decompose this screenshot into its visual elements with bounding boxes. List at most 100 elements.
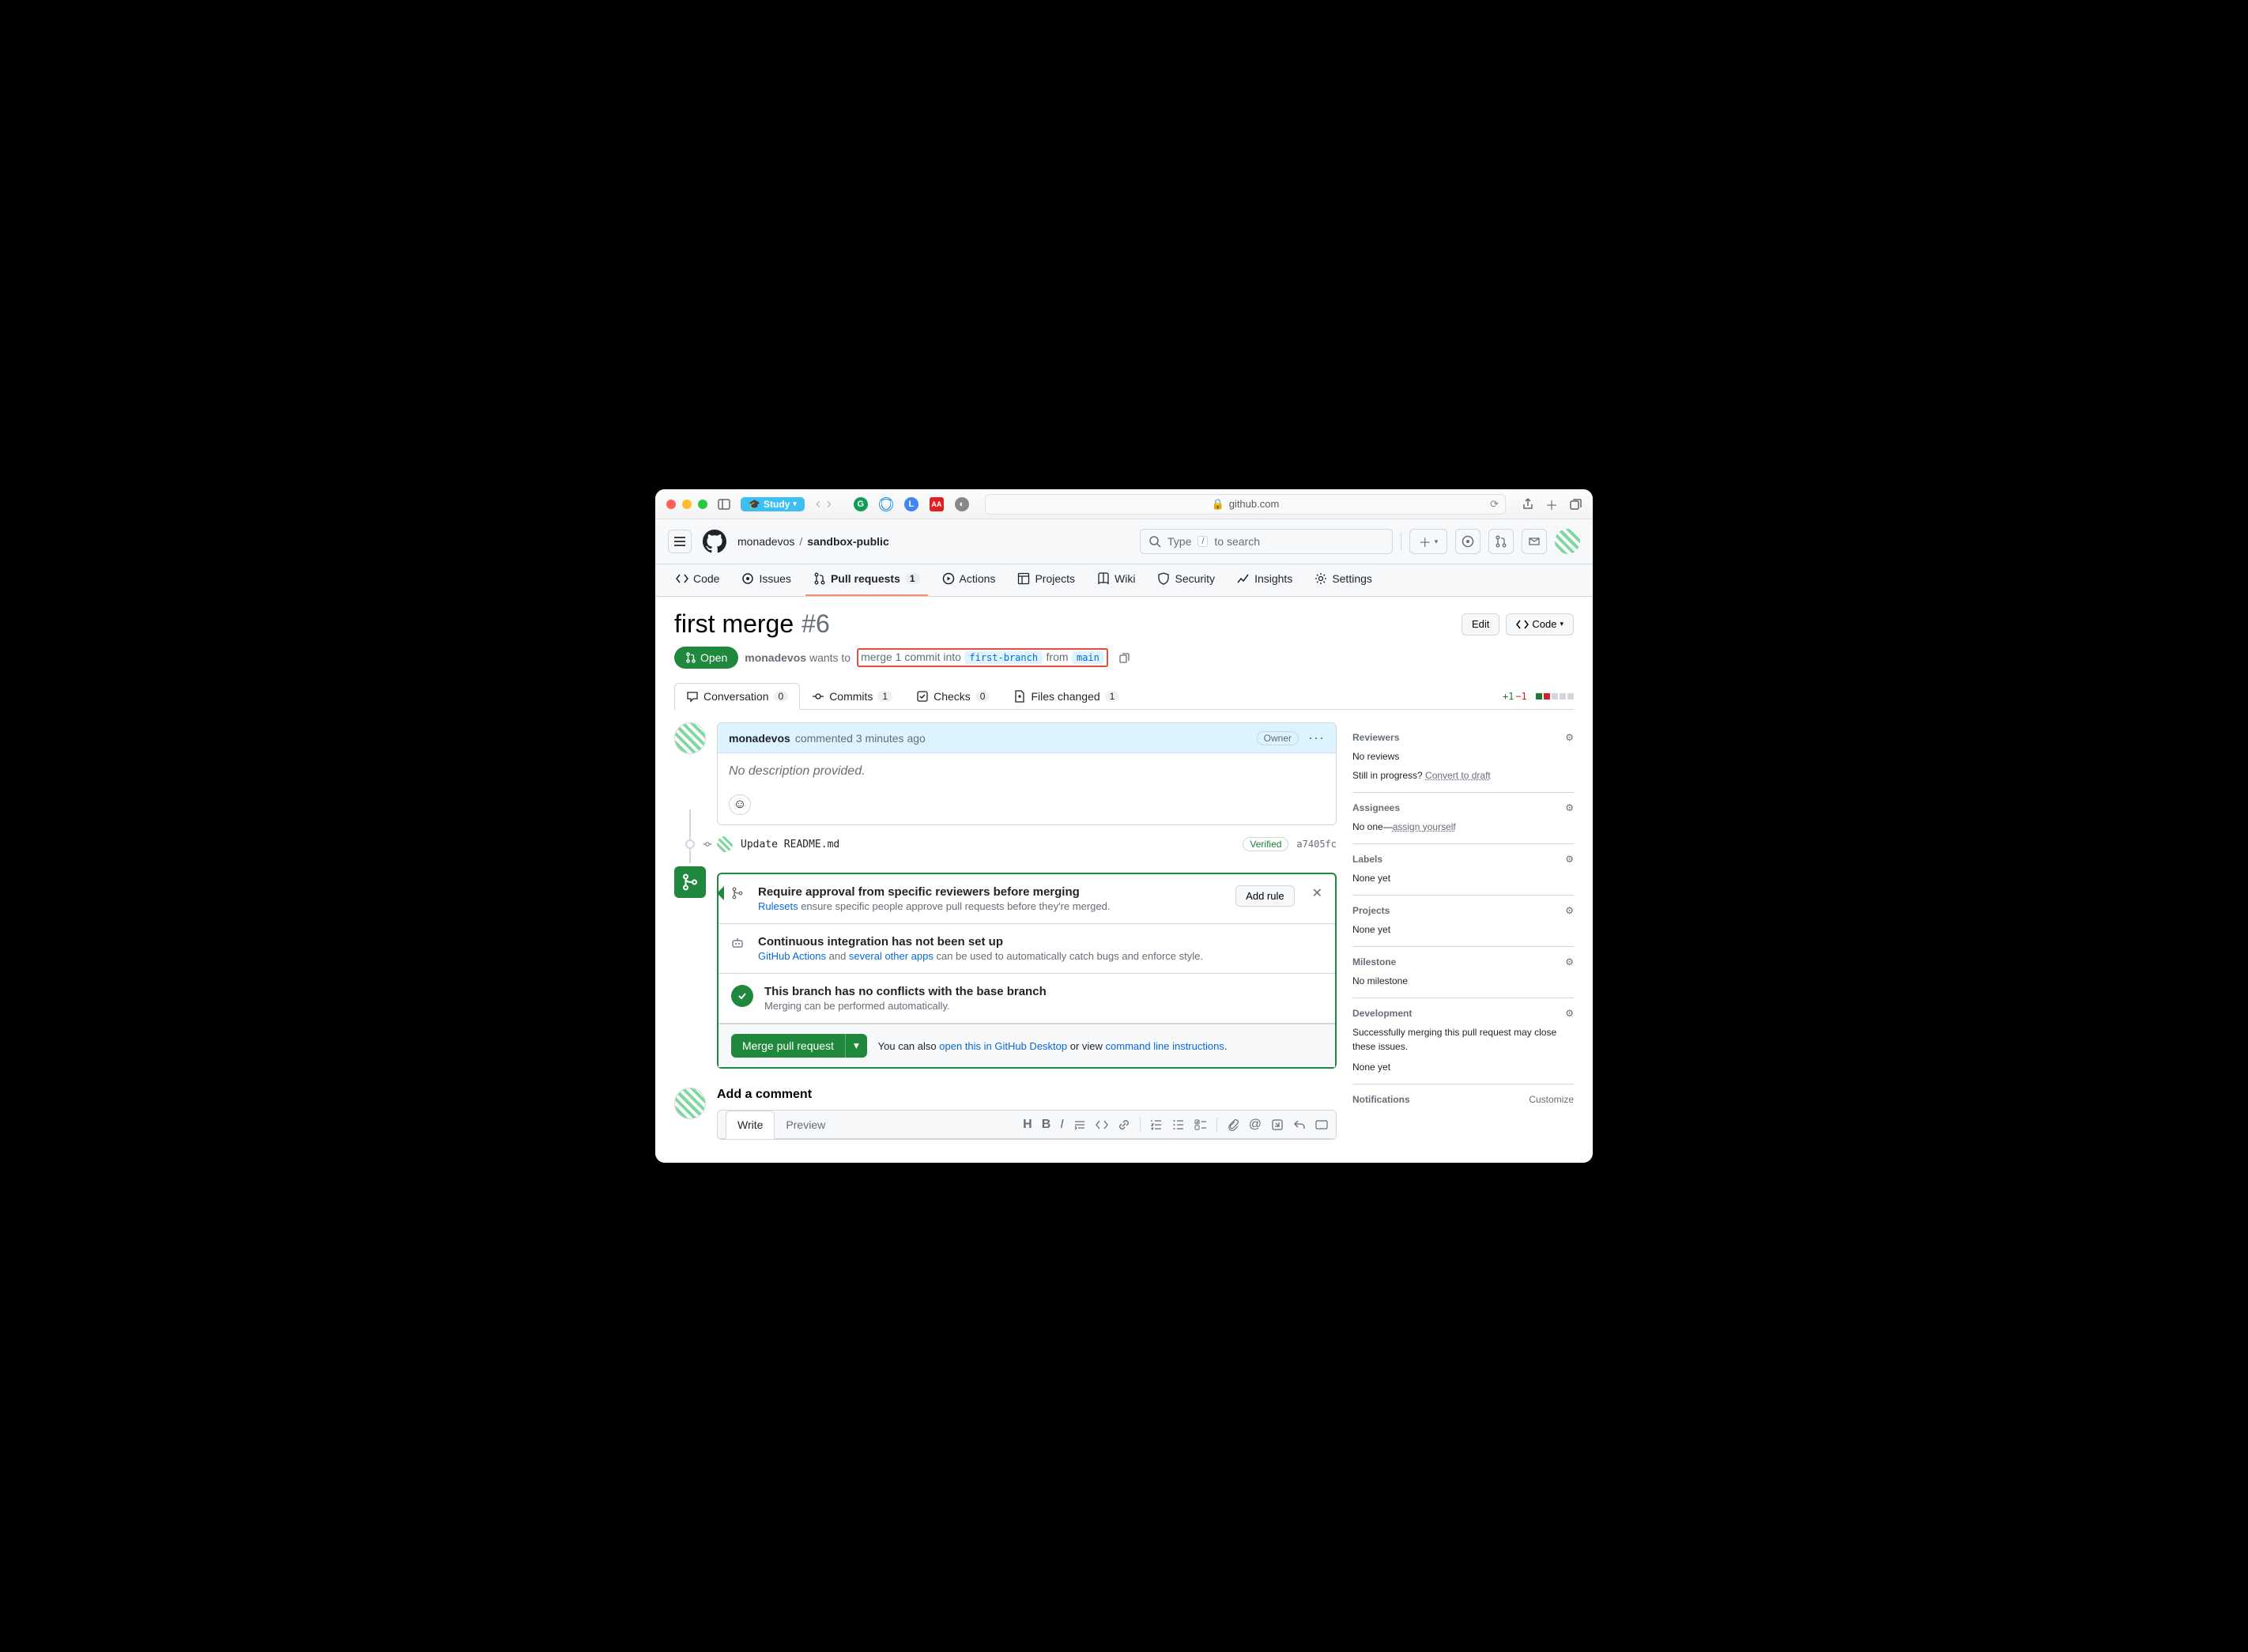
user-avatar[interactable]: [1555, 529, 1580, 554]
tab-checks[interactable]: Checks0: [904, 683, 1001, 709]
tabs-overview-icon[interactable]: [1569, 498, 1582, 511]
tab-wiki[interactable]: Wiki: [1089, 564, 1143, 596]
quote-icon[interactable]: [1073, 1118, 1086, 1131]
lastpass-icon[interactable]: L: [904, 497, 918, 511]
markdown-icon[interactable]: [1315, 1118, 1328, 1131]
tab-projects[interactable]: Projects: [1009, 564, 1083, 596]
add-rule-button[interactable]: Add rule: [1235, 885, 1294, 907]
notifications-icon[interactable]: [1522, 529, 1547, 554]
copy-branch-icon[interactable]: [1118, 651, 1130, 664]
verified-badge[interactable]: Verified: [1243, 837, 1288, 851]
breadcrumb-owner[interactable]: monadevos: [737, 535, 794, 548]
grammarly-icon[interactable]: G: [854, 497, 868, 511]
comment-avatar[interactable]: [674, 722, 706, 754]
close-window[interactable]: [666, 500, 676, 509]
commit-message[interactable]: Update README.md: [741, 839, 839, 851]
tab-pull-requests[interactable]: Pull requests1: [805, 564, 928, 596]
customize-link[interactable]: Customize: [1529, 1094, 1574, 1105]
ul-icon[interactable]: [1172, 1118, 1185, 1131]
sidebar-toggle-icon[interactable]: [714, 494, 734, 515]
head-branch-ref[interactable]: main: [1072, 651, 1104, 664]
hamburger-menu[interactable]: [668, 530, 692, 553]
owner-badge: Owner: [1257, 731, 1299, 745]
assignees-gear-icon[interactable]: ⚙: [1565, 802, 1574, 813]
bold-icon[interactable]: B: [1042, 1118, 1051, 1132]
comment-author[interactable]: monadevos: [729, 732, 790, 745]
convert-to-draft-link[interactable]: Convert to draft: [1425, 770, 1491, 781]
tab-issues[interactable]: Issues: [734, 564, 798, 596]
forward-button[interactable]: ›: [827, 496, 832, 512]
reviewers-heading: Reviewers: [1352, 732, 1399, 743]
tab-insights[interactable]: Insights: [1229, 564, 1300, 596]
reload-icon[interactable]: ⟳: [1490, 498, 1499, 511]
content-area: first merge #6 Edit Code ▾ Open monadevo…: [655, 597, 1593, 1163]
labels-gear-icon[interactable]: ⚙: [1565, 854, 1574, 865]
edit-button[interactable]: Edit: [1462, 613, 1499, 636]
share-icon[interactable]: [1522, 498, 1534, 511]
other-apps-link[interactable]: several other apps: [849, 950, 934, 962]
pr-author[interactable]: monadevos: [745, 651, 806, 664]
url-bar[interactable]: 🔒 github.com ⟳: [985, 494, 1506, 515]
merge-description-highlight: merge 1 commit into first-branch from ma…: [857, 648, 1108, 667]
base-branch-ref[interactable]: first-branch: [964, 651, 1043, 664]
add-reaction-button[interactable]: ☺: [729, 794, 751, 815]
reviewers-gear-icon[interactable]: ⚙: [1565, 732, 1574, 743]
milestone-text: No milestone: [1352, 974, 1574, 988]
merge-pull-request-button[interactable]: Merge pull request: [731, 1034, 845, 1058]
mention-icon[interactable]: @: [1249, 1118, 1262, 1132]
study-badge[interactable]: 🎓 Study ▾: [741, 497, 805, 511]
rulesets-link[interactable]: Rulesets: [758, 900, 798, 912]
tab-files-changed[interactable]: Files changed1: [1001, 683, 1131, 709]
merge-dropdown-button[interactable]: ▾: [845, 1034, 867, 1058]
merge-panel-icon: [674, 866, 706, 898]
commit-sha[interactable]: a7405fc: [1296, 839, 1337, 850]
back-button[interactable]: ‹: [816, 496, 820, 512]
open-desktop-link[interactable]: open this in GitHub Desktop: [939, 1040, 1067, 1052]
tab-code[interactable]: Code: [668, 564, 727, 596]
assign-yourself-link[interactable]: assign yourself: [1393, 821, 1456, 832]
mendeley-icon[interactable]: AA: [930, 497, 944, 511]
write-tab[interactable]: Write: [726, 1111, 775, 1139]
new-tab-icon[interactable]: ＋: [1545, 495, 1558, 514]
maximize-window[interactable]: [698, 500, 707, 509]
tab-actions[interactable]: Actions: [934, 564, 1004, 596]
tab-settings[interactable]: Settings: [1307, 564, 1380, 596]
comment-menu-icon[interactable]: ···: [1303, 730, 1325, 746]
tab-security[interactable]: Security: [1149, 564, 1223, 596]
link-icon[interactable]: [1118, 1118, 1130, 1131]
github-actions-link[interactable]: GitHub Actions: [758, 950, 826, 962]
code-button[interactable]: Code ▾: [1506, 613, 1574, 636]
search-hint: to search: [1214, 535, 1260, 548]
extension-icon[interactable]: ◐: [955, 497, 969, 511]
repo-nav: Code Issues Pull requests1 Actions Proje…: [655, 564, 1593, 597]
current-user-avatar[interactable]: [674, 1088, 706, 1119]
projects-gear-icon[interactable]: ⚙: [1565, 905, 1574, 916]
commit-avatar[interactable]: [717, 836, 733, 852]
preview-tab[interactable]: Preview: [775, 1111, 836, 1138]
comment-time[interactable]: 3 minutes ago: [856, 732, 926, 745]
milestone-gear-icon[interactable]: ⚙: [1565, 956, 1574, 967]
heading-icon[interactable]: H: [1023, 1118, 1032, 1132]
dismiss-rule-icon[interactable]: ✕: [1312, 885, 1322, 901]
create-new-button[interactable]: ＋ ▾: [1409, 529, 1447, 554]
reference-icon[interactable]: [1271, 1118, 1284, 1131]
tab-conversation[interactable]: Conversation0: [674, 683, 800, 710]
minimize-window[interactable]: [682, 500, 692, 509]
cmdline-link[interactable]: command line instructions: [1106, 1040, 1224, 1052]
attach-icon[interactable]: [1227, 1118, 1239, 1131]
italic-icon[interactable]: I: [1060, 1118, 1063, 1132]
reply-icon[interactable]: [1293, 1118, 1306, 1131]
ol-icon[interactable]: [1150, 1118, 1163, 1131]
breadcrumb-repo[interactable]: sandbox-public: [807, 535, 888, 548]
pull-requests-header-icon[interactable]: [1488, 529, 1514, 554]
ci-title: Continuous integration has not been set …: [758, 935, 1203, 949]
issues-header-icon[interactable]: [1455, 529, 1480, 554]
shield-icon[interactable]: [879, 497, 893, 511]
code-icon[interactable]: [1096, 1118, 1108, 1131]
development-gear-icon[interactable]: ⚙: [1565, 1008, 1574, 1019]
search-input[interactable]: Type / to search: [1140, 529, 1393, 554]
tasklist-icon[interactable]: [1194, 1118, 1207, 1131]
github-logo-icon[interactable]: [703, 530, 726, 553]
tab-commits[interactable]: Commits1: [800, 683, 904, 709]
pulls-count: 1: [905, 573, 920, 584]
